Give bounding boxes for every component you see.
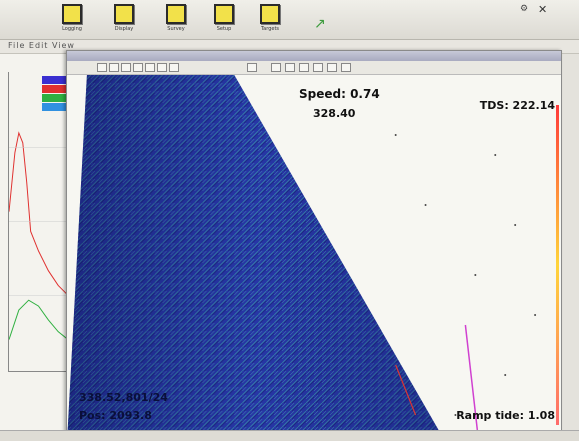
- setup-icon: [214, 4, 234, 24]
- color-scale-bar: [556, 105, 559, 425]
- settings-button[interactable]: [341, 63, 351, 72]
- grid-dots: [394, 134, 537, 416]
- sonar-window: Speed: 0.74 328.40 TDS: 222.14 Ramp tide…: [66, 50, 562, 441]
- tds-readout: TDS: 222.14: [479, 99, 555, 112]
- mark-button[interactable]: [271, 63, 281, 72]
- menu-text[interactable]: File Edit View: [8, 41, 75, 50]
- pan-button[interactable]: [121, 63, 131, 72]
- pointer-icon[interactable]: ↗: [314, 16, 326, 32]
- palette-button[interactable]: [169, 63, 179, 72]
- window-title-bar[interactable]: [67, 51, 561, 61]
- close-icon[interactable]: ✕: [538, 3, 547, 16]
- speed-readout: Speed: 0.74: [299, 87, 380, 101]
- heading-readout: 328.40: [313, 107, 356, 120]
- range-button[interactable]: [145, 63, 155, 72]
- tide-readout: Ramp tide: 1.08: [456, 409, 555, 422]
- gain-button[interactable]: [157, 63, 167, 72]
- zoom-out-button[interactable]: [109, 63, 119, 72]
- monitor-icon: [114, 4, 134, 24]
- sidescan-image[interactable]: [67, 75, 561, 441]
- screen: Logging Display Survey Setup Targets ↗ ⚙…: [0, 0, 579, 441]
- gear-icon[interactable]: ⚙: [520, 4, 528, 14]
- layer-button[interactable]: [247, 63, 257, 72]
- target-icon: [260, 4, 280, 24]
- toolbar-button-targets[interactable]: Targets: [250, 2, 290, 38]
- main-toolbar: Logging Display Survey Setup Targets ↗ ⚙…: [0, 0, 579, 40]
- zoom-in-button[interactable]: [97, 63, 107, 72]
- filter-button[interactable]: [327, 63, 337, 72]
- toolbar-button-survey[interactable]: Survey: [156, 2, 196, 38]
- grid-button[interactable]: [285, 63, 295, 72]
- track-button[interactable]: [299, 63, 309, 72]
- toolbar-button-logging[interactable]: Logging: [52, 2, 92, 38]
- scan-shading: [67, 75, 445, 441]
- survey-icon: [166, 4, 186, 24]
- sonar-display[interactable]: Speed: 0.74 328.40 TDS: 222.14 Ramp tide…: [67, 75, 561, 441]
- status-bar: [0, 430, 579, 441]
- folder-icon: [62, 4, 82, 24]
- side-depth-chart: [8, 72, 70, 372]
- toolbar-button-display[interactable]: Display: [104, 2, 144, 38]
- window-toolbar: [67, 61, 561, 75]
- export-button[interactable]: [313, 63, 323, 72]
- toolbar-button-setup[interactable]: Setup: [204, 2, 244, 38]
- measure-button[interactable]: [133, 63, 143, 72]
- coordinate-readout-1: 338.52,801/24: [79, 391, 168, 404]
- coordinate-readout-2: Pos: 2093.8: [79, 409, 152, 422]
